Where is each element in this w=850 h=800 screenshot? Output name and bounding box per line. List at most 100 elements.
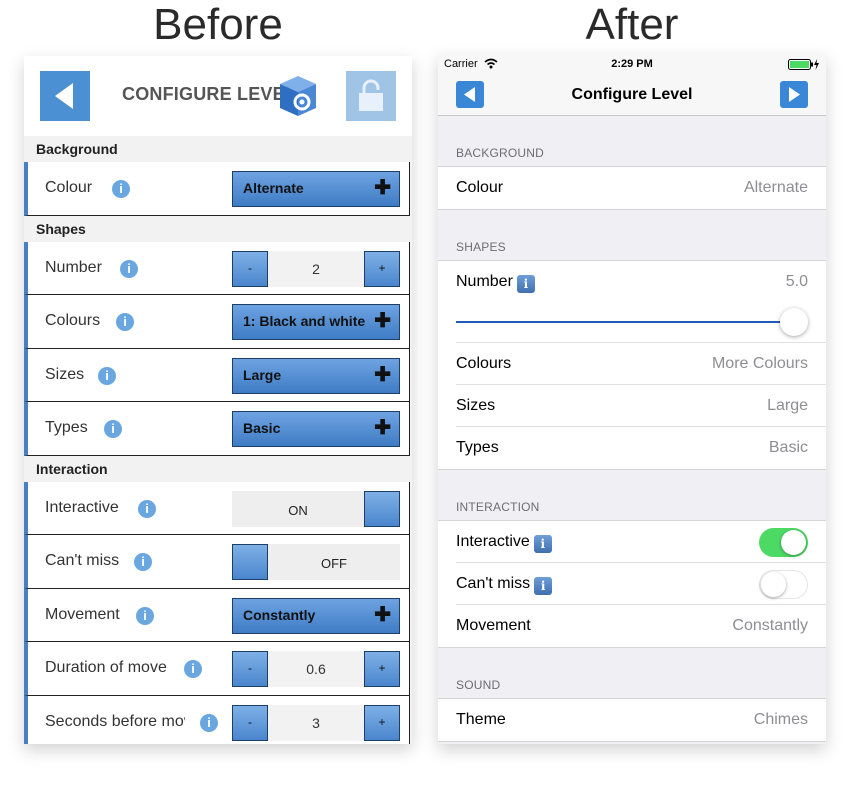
- row-label: Interactive i: [456, 533, 552, 553]
- section-background: BACKGROUND: [456, 146, 545, 160]
- info-icon[interactable]: i: [184, 660, 202, 678]
- settings-cube-icon: [280, 76, 316, 116]
- row-label: Can't miss: [45, 552, 120, 569]
- info-icon[interactable]: i: [200, 713, 218, 732]
- stepper-value: 2: [312, 260, 320, 277]
- back-arrow-icon: [55, 83, 73, 109]
- sizes-select[interactable]: Large ✚: [232, 357, 400, 394]
- row-label: Types: [456, 439, 499, 456]
- row-label: Number i: [456, 273, 535, 293]
- cant-miss-switch[interactable]: [759, 570, 808, 599]
- row-value: Alternate: [743, 179, 808, 196]
- row-label-text: Interactive: [456, 533, 530, 550]
- plus-icon: ✚: [374, 310, 391, 332]
- number-stepper: - 2 +: [232, 250, 400, 287]
- info-icon[interactable]: i: [112, 180, 130, 198]
- interaction-group: Interactive i Can't miss i Movement Consta…: [438, 520, 826, 648]
- row-colours: Colours i 1: Black and white ✚: [24, 295, 410, 349]
- info-icon[interactable]: i: [116, 313, 134, 331]
- select-value: Constantly: [243, 606, 316, 623]
- back-button[interactable]: [40, 71, 90, 121]
- lock-button[interactable]: [346, 71, 396, 121]
- switch-knob: [781, 530, 806, 555]
- background-group: Colour Alternate: [438, 166, 826, 210]
- row-interactive: Interactive i ON: [24, 481, 410, 535]
- plus-icon: ✚: [374, 363, 391, 386]
- switch-knob: [761, 572, 786, 597]
- row-cant-miss: Can't miss i: [456, 563, 826, 605]
- increment-button[interactable]: +: [364, 704, 400, 741]
- stepper-value: 3: [312, 714, 320, 731]
- row-number: Number i - 2 +: [24, 241, 410, 295]
- seconds-stepper: - 3 +: [232, 704, 400, 741]
- select-value: 1: Black and white: [243, 313, 366, 329]
- info-icon[interactable]: i: [134, 553, 152, 571]
- row-label: Colour: [456, 179, 504, 196]
- decrement-button[interactable]: -: [232, 250, 268, 287]
- before-title: Before: [153, 0, 283, 49]
- select-value: Large: [243, 366, 282, 383]
- info-icon[interactable]: i: [516, 275, 535, 293]
- section-sound: SOUND: [456, 678, 501, 692]
- increment-button[interactable]: +: [364, 250, 400, 287]
- info-icon[interactable]: i: [534, 577, 553, 595]
- row-label: Duration of move: [45, 659, 167, 676]
- row-seconds: Seconds before mov i - 3 +: [24, 695, 410, 744]
- info-icon[interactable]: i: [138, 499, 156, 518]
- page-title: Configure Level: [571, 86, 693, 103]
- colours-select[interactable]: 1: Black and white ✚: [232, 304, 400, 340]
- before-header: CONFIGURE LEVEL: [24, 56, 412, 136]
- row-value: Large: [767, 397, 808, 414]
- row-label: Colours: [456, 355, 512, 372]
- row-theme[interactable]: Theme Chimes: [456, 699, 826, 741]
- battery-icon: [788, 59, 819, 70]
- forward-button[interactable]: [780, 81, 808, 108]
- interactive-toggle[interactable]: ON: [232, 490, 400, 527]
- row-number: Number i 5.0: [456, 261, 826, 343]
- navigation-bar: Configure Level: [438, 74, 826, 116]
- info-icon[interactable]: i: [104, 420, 122, 438]
- row-label: Interactive: [45, 498, 119, 516]
- info-icon[interactable]: i: [120, 259, 138, 278]
- plus-icon: ✚: [374, 603, 391, 626]
- plus-icon: ✚: [374, 417, 391, 439]
- unlock-icon: [359, 79, 383, 111]
- row-label: Seconds before mov: [45, 712, 185, 730]
- row-value: More Colours: [711, 355, 808, 372]
- row-label: Movement: [45, 605, 120, 623]
- row-types[interactable]: Types Basic: [456, 427, 826, 469]
- movement-select[interactable]: Constantly ✚: [232, 597, 400, 634]
- row-label: Colours: [45, 312, 101, 329]
- toggle-knob[interactable]: [232, 544, 268, 580]
- before-screen: CONFIGURE LEVEL Background Colour i Alte…: [24, 56, 412, 744]
- decrement-button[interactable]: -: [232, 651, 268, 687]
- row-value: Basic: [768, 439, 808, 456]
- row-movement[interactable]: Movement Constantly: [456, 605, 826, 647]
- stepper-value: 0.6: [306, 661, 326, 677]
- cant-miss-toggle[interactable]: OFF: [232, 544, 400, 580]
- row-movement: Movement i Constantly ✚: [24, 588, 410, 642]
- number-slider-thumb[interactable]: [780, 308, 808, 336]
- row-sizes[interactable]: Sizes Large: [456, 385, 826, 427]
- info-icon[interactable]: i: [136, 606, 154, 625]
- row-colours[interactable]: Colours More Colours: [456, 343, 826, 385]
- row-label: Theme: [456, 711, 506, 728]
- types-select[interactable]: Basic ✚: [232, 411, 400, 447]
- info-icon[interactable]: i: [98, 366, 116, 385]
- increment-button[interactable]: +: [364, 651, 400, 687]
- status-time: 2:29 PM: [611, 58, 653, 70]
- decrement-button[interactable]: -: [232, 704, 268, 741]
- interactive-switch[interactable]: [759, 528, 808, 557]
- toggle-knob[interactable]: [364, 490, 400, 527]
- row-label: Sizes: [45, 365, 85, 383]
- colour-select[interactable]: Alternate ✚: [232, 171, 400, 207]
- row-colour[interactable]: Colour Alternate: [456, 167, 826, 209]
- row-label: Number: [45, 258, 102, 276]
- row-label-text: Number: [456, 273, 513, 290]
- shapes-group: Number i 5.0 Colours More Colours Sizes L…: [438, 260, 826, 470]
- section-interaction: Interaction: [24, 455, 412, 482]
- forward-arrow-icon: [789, 87, 800, 102]
- row-label: Sizes: [456, 397, 496, 414]
- info-icon[interactable]: i: [533, 535, 552, 553]
- number-slider-track[interactable]: [456, 321, 798, 323]
